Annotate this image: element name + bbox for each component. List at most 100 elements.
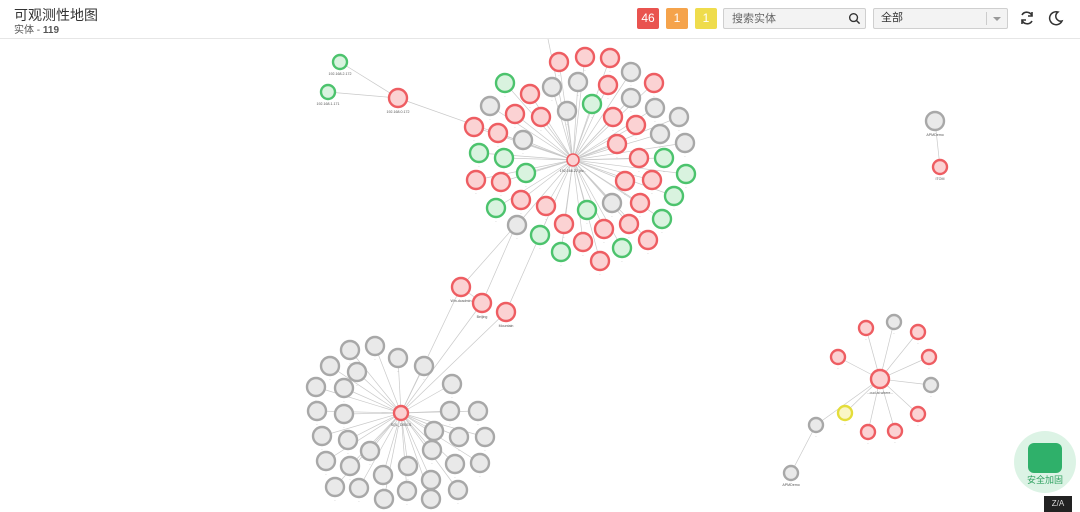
entity-node-circle[interactable] bbox=[574, 46, 596, 68]
entity-node-critical[interactable]: Beijing bbox=[471, 292, 493, 319]
entity-node-circle[interactable] bbox=[333, 377, 355, 399]
entity-node-circle[interactable] bbox=[620, 61, 642, 83]
entity-node-circle[interactable] bbox=[641, 169, 663, 191]
entity-node-unknown[interactable]: · bbox=[324, 476, 346, 503]
entity-node-unknown[interactable]: · bbox=[333, 377, 355, 404]
entity-node-unknown[interactable]: · bbox=[305, 376, 327, 403]
entity-node-circle[interactable] bbox=[346, 361, 368, 383]
entity-node-circle[interactable] bbox=[447, 479, 469, 501]
entity-node-unknown[interactable]: · bbox=[479, 95, 501, 122]
entity-node-circle[interactable] bbox=[420, 488, 442, 510]
entity-node-unknown[interactable]: · bbox=[541, 76, 563, 103]
entity-node-circle[interactable] bbox=[364, 335, 386, 357]
entity-node-unknown[interactable]: · bbox=[601, 192, 623, 219]
entity-node-circle[interactable] bbox=[413, 355, 435, 377]
entity-node-circle[interactable] bbox=[620, 87, 642, 109]
entity-node-ok[interactable]: 192.168.2.172 bbox=[329, 53, 352, 76]
entity-node-circle[interactable] bbox=[339, 339, 361, 361]
entity-node-circle[interactable] bbox=[909, 405, 927, 423]
entity-node-circle[interactable] bbox=[625, 114, 647, 136]
entity-node-circle[interactable] bbox=[581, 93, 603, 115]
entity-node-circle[interactable] bbox=[931, 158, 949, 176]
warning-count-badge[interactable]: 1 bbox=[666, 8, 688, 29]
entity-node-unknown[interactable]: · bbox=[469, 452, 491, 479]
entity-node-unknown[interactable]: · bbox=[397, 455, 419, 482]
entity-node-circle[interactable] bbox=[423, 420, 445, 442]
entity-node-unknown[interactable]: · bbox=[448, 426, 470, 453]
entity-node-circle[interactable] bbox=[359, 440, 381, 462]
entity-node-circle[interactable] bbox=[331, 53, 349, 71]
entity-node-unknown[interactable]: · bbox=[447, 479, 469, 506]
entity-node-critical[interactable]: 192.168.0.172 bbox=[387, 87, 410, 114]
entity-node-critical[interactable]: · bbox=[829, 348, 847, 371]
entity-node-circle[interactable] bbox=[444, 453, 466, 475]
entity-node-warning[interactable]: · bbox=[836, 404, 854, 427]
entity-node-unknown[interactable]: · bbox=[922, 376, 940, 399]
entity-node-critical[interactable]: · bbox=[618, 213, 640, 240]
entity-node-circle[interactable] bbox=[372, 464, 394, 486]
entity-node-circle[interactable] bbox=[643, 72, 665, 94]
entity-node-unknown[interactable]: · bbox=[649, 123, 671, 150]
entity-node-circle[interactable] bbox=[886, 422, 904, 440]
entity-node-circle[interactable] bbox=[653, 147, 675, 169]
entity-node-circle[interactable] bbox=[637, 229, 659, 251]
entity-node-circle[interactable] bbox=[306, 400, 328, 422]
entity-node-circle[interactable] bbox=[439, 400, 461, 422]
entity-node-unknown[interactable]: · bbox=[333, 403, 355, 430]
entity-node-critical[interactable]: · bbox=[519, 83, 541, 110]
entity-node-unknown[interactable]: · bbox=[885, 313, 903, 336]
entity-node-circle[interactable] bbox=[529, 224, 551, 246]
entity-node-circle[interactable] bbox=[589, 250, 611, 272]
entity-node-circle[interactable] bbox=[463, 116, 485, 138]
entity-node-critical[interactable]: · bbox=[920, 348, 938, 371]
entity-node-unknown[interactable]: APMDemo bbox=[924, 110, 946, 137]
entity-node-circle[interactable] bbox=[373, 488, 395, 510]
entity-node-circle[interactable] bbox=[782, 464, 800, 482]
entity-node-critical[interactable]: · bbox=[886, 422, 904, 445]
entity-node-circle[interactable] bbox=[441, 373, 463, 395]
entity-node-critical[interactable]: · bbox=[643, 72, 665, 99]
entity-node-circle[interactable] bbox=[448, 426, 470, 448]
entity-node-unknown[interactable]: · bbox=[311, 425, 333, 452]
entity-node-circle[interactable] bbox=[493, 147, 515, 169]
entity-node-circle[interactable] bbox=[471, 292, 493, 314]
entity-node-circle[interactable] bbox=[485, 197, 507, 219]
entity-node-critical[interactable]: · bbox=[606, 133, 628, 160]
entity-node-circle[interactable] bbox=[807, 416, 825, 434]
entity-node-critical[interactable]: · bbox=[859, 423, 877, 446]
entity-node-circle[interactable] bbox=[397, 455, 419, 477]
entity-node-unknown[interactable]: · bbox=[444, 453, 466, 480]
entity-node-circle[interactable] bbox=[535, 195, 557, 217]
entity-node-ok[interactable]: · bbox=[493, 147, 515, 174]
entity-node-circle[interactable] bbox=[601, 192, 623, 214]
entity-node-critical[interactable]: Mountain bbox=[495, 301, 517, 328]
entity-node-circle[interactable] bbox=[922, 376, 940, 394]
entity-node-circle[interactable] bbox=[512, 129, 534, 151]
entity-node-circle[interactable] bbox=[869, 368, 891, 390]
entity-node-unknown[interactable]: · bbox=[807, 416, 825, 439]
entity-node-unknown[interactable]: · bbox=[567, 71, 589, 98]
entity-node-circle[interactable] bbox=[506, 214, 528, 236]
entity-node-critical[interactable]: · bbox=[909, 405, 927, 428]
entity-node-critical[interactable]: · bbox=[637, 229, 659, 256]
entity-node-circle[interactable] bbox=[396, 480, 418, 502]
entity-node-unknown[interactable]: · bbox=[668, 106, 690, 133]
entity-node-circle[interactable] bbox=[469, 452, 491, 474]
entity-node-ok[interactable]: · bbox=[485, 197, 507, 224]
entity-node-unknown[interactable]: APMDemo bbox=[782, 464, 800, 487]
entity-node-unknown[interactable]: · bbox=[674, 132, 696, 159]
entity-node-unknown[interactable]: · bbox=[620, 87, 642, 114]
entity-node-circle[interactable] bbox=[305, 376, 327, 398]
entity-node-circle[interactable] bbox=[324, 476, 346, 498]
entity-node-circle[interactable] bbox=[649, 123, 671, 145]
chevron-down-icon[interactable] bbox=[992, 14, 1002, 24]
entity-node-circle[interactable] bbox=[567, 71, 589, 93]
filter-select[interactable]: 全部 bbox=[873, 8, 1008, 29]
entity-node-ok[interactable]: · bbox=[675, 163, 697, 190]
entity-node-circle[interactable] bbox=[421, 439, 443, 461]
moon-icon[interactable] bbox=[1048, 10, 1064, 26]
entity-node-circle[interactable] bbox=[885, 313, 903, 331]
entity-node-unknown[interactable]: · bbox=[421, 439, 443, 466]
entity-node-circle[interactable] bbox=[468, 142, 490, 164]
entity-node-circle[interactable] bbox=[319, 83, 337, 101]
